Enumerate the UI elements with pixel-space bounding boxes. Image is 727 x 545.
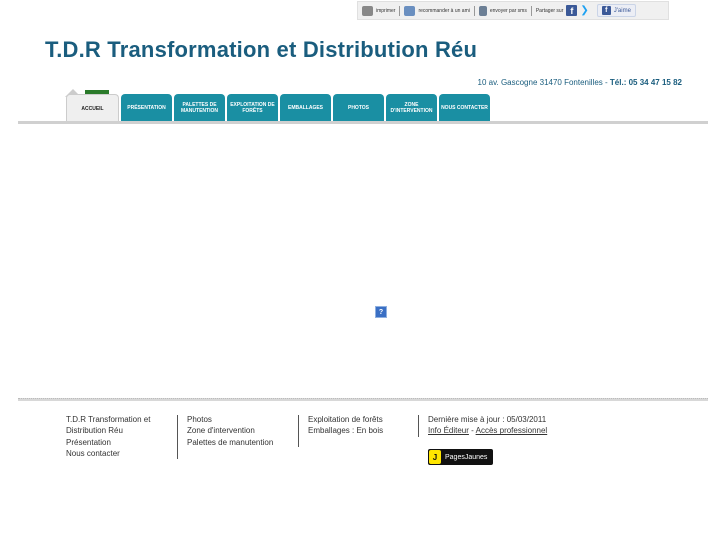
facebook-like-button[interactable]: f J'aime <box>596 4 636 17</box>
footer-company-line2: Distribution Réu <box>66 426 123 436</box>
footer-separator <box>298 415 299 447</box>
phone-icon <box>478 5 487 16</box>
recommend-icon <box>404 5 416 16</box>
footer-col-2: Photos Zone d'intervention Palettes de m… <box>187 414 273 448</box>
acces-pro-link[interactable]: Accès professionnel <box>476 426 548 435</box>
main-nav: ACCUEIL PRÉSENTATION PALETTES DE MANUTEN… <box>66 94 490 122</box>
tab-accueil[interactable]: ACCUEIL <box>66 94 119 122</box>
footer-col-3: Exploitation de forêts Emballages : En b… <box>308 414 383 437</box>
broken-image-icon: ? <box>375 306 387 318</box>
nav-divider <box>18 121 708 124</box>
pages-jaunes-icon: J <box>429 450 441 464</box>
footer-link-photos[interactable]: Photos <box>187 414 273 425</box>
footer-link-exploitation[interactable]: Exploitation de forêts <box>308 414 383 425</box>
contact-address: 10 av. Gascogne 31470 Fontenilles - Tél.… <box>477 78 682 87</box>
footer-separator <box>177 415 178 459</box>
footer-link-palettes[interactable]: Palettes de manutention <box>187 437 273 448</box>
facebook-icon[interactable]: f <box>566 5 578 16</box>
tab-exploitation[interactable]: EXPLOITATION DE FORÊTS <box>227 94 278 121</box>
info-editeur-link[interactable]: Info Éditeur <box>428 426 469 435</box>
tab-zone[interactable]: ZONE D'INTERVENTION <box>386 94 437 121</box>
printer-icon <box>362 5 373 16</box>
footer-divider <box>18 398 708 401</box>
facebook-icon: f <box>601 6 611 15</box>
footer-separator <box>418 415 419 437</box>
footer-col-4: Dernière mise à jour : 05/03/2011 Info É… <box>428 415 548 436</box>
footer-link-presentation[interactable]: Présentation <box>66 437 150 448</box>
recommend-link[interactable]: recommander à un ami <box>400 5 473 16</box>
footer-link-zone[interactable]: Zone d'intervention <box>187 425 273 436</box>
footer-company-line1: T.D.R Transformation et <box>66 415 151 424</box>
footer-link-emballages[interactable]: Emballages : En bois <box>308 425 383 436</box>
share-group: Partager sur f ❯ <box>535 5 589 16</box>
print-link[interactable]: imprimer <box>358 5 399 16</box>
footer-link-contact[interactable]: Nous contacter <box>66 448 150 459</box>
tab-emballages[interactable]: EMBALLAGES <box>280 94 331 121</box>
top-toolbar: imprimer recommander à un ami envoyer pa… <box>357 1 669 20</box>
twitter-icon[interactable]: ❯ <box>580 5 588 16</box>
last-update: Dernière mise à jour : 05/03/2011 <box>428 415 547 424</box>
pages-jaunes-badge[interactable]: J PagesJaunes <box>428 449 493 465</box>
sms-link[interactable]: envoyer par sms <box>475 5 531 16</box>
tab-photos[interactable]: PHOTOS <box>333 94 384 121</box>
footer-col-1: T.D.R Transformation et Distribution Réu… <box>66 414 150 459</box>
tab-presentation[interactable]: PRÉSENTATION <box>121 94 172 121</box>
tab-palettes[interactable]: PALETTES DE MANUTENTION <box>174 94 225 121</box>
tab-contact[interactable]: NOUS CONTACTER <box>439 94 490 121</box>
site-title[interactable]: T.D.R Transformation et Distribution Réu <box>45 37 477 63</box>
